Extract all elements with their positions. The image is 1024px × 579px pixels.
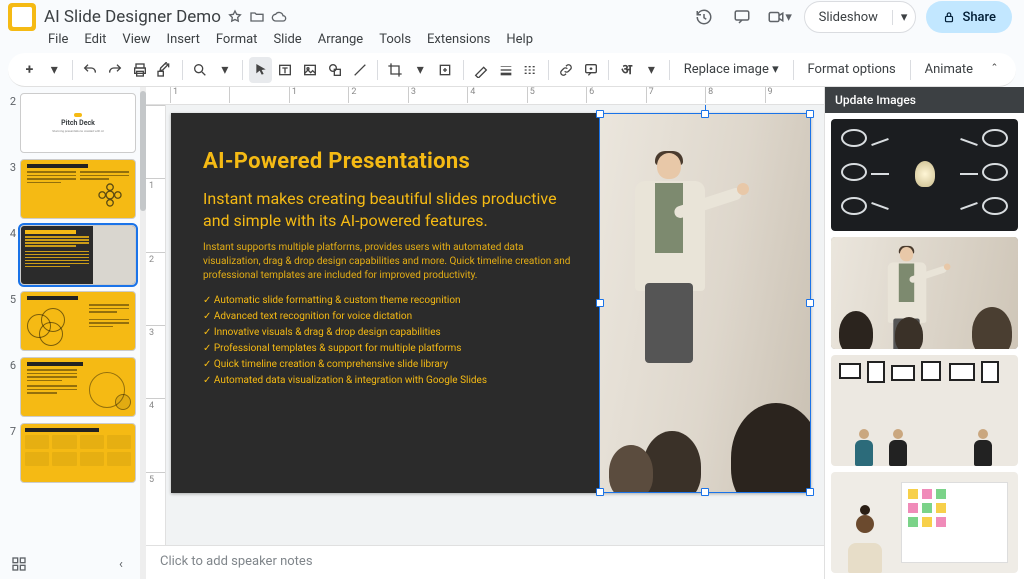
menu-bar: File Edit View Insert Format Slide Arran…: [0, 28, 1024, 53]
slide-thumb-4[interactable]: [20, 225, 136, 285]
menu-slide[interactable]: Slide: [267, 30, 307, 49]
shape-tool[interactable]: [324, 57, 347, 83]
menu-edit[interactable]: Edit: [78, 30, 112, 49]
animate-button[interactable]: Animate: [917, 58, 981, 81]
undo-button[interactable]: [79, 57, 102, 83]
speaker-notes[interactable]: Click to add speaker notes: [146, 545, 824, 579]
audience-head: [609, 445, 653, 493]
audience-head: [731, 403, 811, 493]
slide-subtitle[interactable]: Instant makes creating beautiful slides …: [203, 188, 579, 231]
line-tool[interactable]: [348, 57, 371, 83]
replace-image-button[interactable]: Replace image ▾: [676, 58, 787, 81]
slide-number: 6: [4, 357, 16, 417]
slideshow-dropdown[interactable]: ▾: [892, 10, 916, 25]
zoom-button[interactable]: [189, 57, 212, 83]
history-icon[interactable]: [690, 3, 718, 31]
slide-thumb-2[interactable]: Pitch Deck Stunning presentations create…: [20, 93, 136, 153]
menu-tools[interactable]: Tools: [373, 30, 417, 49]
menu-help[interactable]: Help: [500, 30, 539, 49]
share-label: Share: [962, 10, 996, 25]
slide-body-text[interactable]: Instant supports multiple platforms, pro…: [203, 241, 579, 283]
menu-arrange[interactable]: Arrange: [312, 30, 369, 49]
slide-number: 7: [4, 423, 16, 483]
flower-icon: [97, 182, 123, 208]
translate-button[interactable]: अ: [615, 57, 638, 83]
new-slide-dropdown[interactable]: ▾: [43, 57, 66, 83]
image-suggestion-3[interactable]: [831, 355, 1018, 467]
slide-number: 2: [4, 93, 16, 153]
slide-number: 4: [4, 225, 16, 285]
textbox-tool[interactable]: [274, 57, 297, 83]
presenter-figure: [619, 153, 729, 353]
menu-format[interactable]: Format: [210, 30, 264, 49]
menu-view[interactable]: View: [116, 30, 156, 49]
star-icon[interactable]: [227, 9, 243, 25]
lightbulb-icon: [915, 161, 935, 187]
toolbar-collapse-icon[interactable]: ˆ: [983, 57, 1006, 83]
comment-button[interactable]: [580, 57, 603, 83]
document-title[interactable]: AI Slide Designer Demo: [44, 7, 221, 27]
select-tool[interactable]: [249, 57, 272, 83]
image-suggestion-4[interactable]: [831, 472, 1018, 573]
filmstrip[interactable]: 2 Pitch Deck Stunning presentations crea…: [0, 87, 140, 489]
ruler-horizontal: 1 1 2 3 4 5 6 7 8 9: [146, 87, 824, 105]
meet-icon[interactable]: ▾: [766, 3, 794, 31]
border-weight-button[interactable]: [494, 57, 517, 83]
translate-dropdown[interactable]: ▾: [640, 57, 663, 83]
comment-icon[interactable]: [728, 3, 756, 31]
image-suggestion-2[interactable]: [831, 237, 1018, 349]
redo-button[interactable]: [103, 57, 126, 83]
image-suggestion-1[interactable]: [831, 119, 1018, 231]
slide-bullets[interactable]: Automatic slide formatting & custom them…: [203, 293, 579, 389]
toolbar: + ▾ ▾ ▾ अ ▾ Replace image ▾ Format optio…: [8, 53, 1016, 87]
collapse-filmstrip-icon[interactable]: ‹: [112, 555, 130, 573]
reset-image-button[interactable]: [434, 57, 457, 83]
new-slide-button[interactable]: +: [18, 57, 41, 83]
zoom-dropdown[interactable]: ▾: [213, 57, 236, 83]
print-button[interactable]: [128, 57, 151, 83]
cloud-status-icon[interactable]: [271, 9, 287, 25]
menu-file[interactable]: File: [42, 30, 74, 49]
slide-thumb-3[interactable]: [20, 159, 136, 219]
move-folder-icon[interactable]: [249, 9, 265, 25]
slide-title[interactable]: AI-Powered Presentations: [203, 149, 579, 174]
slide-image[interactable]: [599, 113, 811, 493]
paint-format-button[interactable]: [153, 57, 176, 83]
slides-logo[interactable]: [8, 3, 36, 31]
menu-extensions[interactable]: Extensions: [421, 30, 496, 49]
image-tool[interactable]: [299, 57, 322, 83]
link-button[interactable]: [555, 57, 578, 83]
menu-insert[interactable]: Insert: [161, 30, 206, 49]
border-color-button[interactable]: [469, 57, 492, 83]
slide-number: 3: [4, 159, 16, 219]
slideshow-label: Slideshow: [805, 10, 892, 25]
border-dash-button[interactable]: [519, 57, 542, 83]
grid-view-icon[interactable]: [10, 555, 28, 573]
mask-tool[interactable]: ▾: [409, 57, 432, 83]
slide-thumb-5[interactable]: [20, 291, 136, 351]
format-options-button[interactable]: Format options: [800, 58, 904, 81]
ruler-vertical: 1 2 3 4 5: [146, 105, 166, 545]
update-images-panel: Update Images: [824, 87, 1024, 579]
slide-thumb-7[interactable]: [20, 423, 136, 483]
crop-tool[interactable]: [384, 57, 407, 83]
lock-icon: [942, 10, 956, 24]
panel-title: Update Images: [825, 87, 1024, 113]
slide-canvas[interactable]: AI-Powered Presentations Instant makes c…: [171, 113, 811, 493]
slide-thumb-6[interactable]: [20, 357, 136, 417]
slide-number: 5: [4, 291, 16, 351]
